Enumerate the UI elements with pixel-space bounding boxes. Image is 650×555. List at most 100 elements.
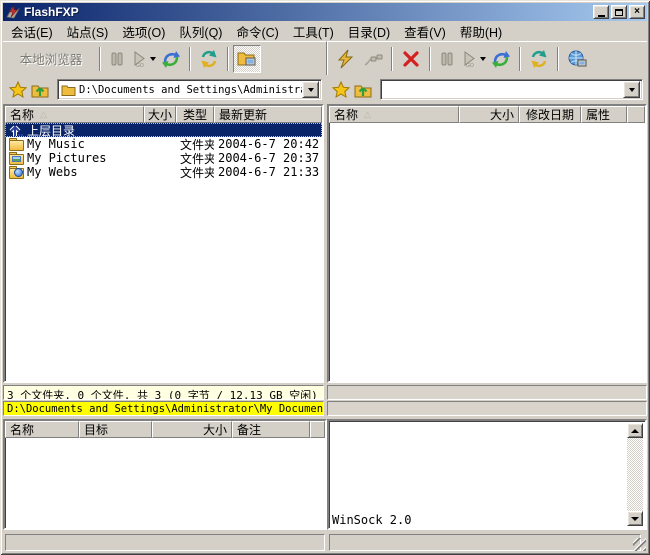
sort-asc-icon: △ bbox=[364, 109, 371, 120]
file-type: 文件夹 bbox=[176, 151, 214, 165]
folder-pictures-icon bbox=[9, 152, 24, 164]
column-header-size[interactable]: 大小 bbox=[459, 106, 519, 123]
file-name: My Pictures bbox=[27, 151, 106, 165]
parent-folder-button[interactable] bbox=[29, 79, 51, 101]
file-type bbox=[176, 123, 214, 137]
minimize-button[interactable] bbox=[593, 5, 609, 19]
disconnect-button[interactable] bbox=[359, 45, 387, 73]
menu-item-directory[interactable]: 目录(D) bbox=[341, 20, 397, 43]
menu-item-queue[interactable]: 队列(Q) bbox=[172, 20, 229, 43]
local-browser-icon bbox=[237, 49, 257, 69]
local-path-dropdown-button[interactable] bbox=[302, 81, 319, 98]
queue-list: 名称 目标 大小 备注 bbox=[3, 419, 327, 530]
local-path-combobox[interactable]: D:\Documents and Settings\Administrat bbox=[57, 79, 322, 100]
toolbar-separator bbox=[99, 47, 101, 71]
favorites-button[interactable] bbox=[330, 79, 352, 101]
file-modified: 2004-6-7 20:42 bbox=[214, 137, 322, 151]
pause-button[interactable] bbox=[105, 45, 129, 73]
menu-item-view[interactable]: 查看(V) bbox=[397, 20, 453, 43]
folder-up-icon bbox=[31, 81, 49, 99]
folder-up-icon bbox=[354, 81, 372, 99]
close-button[interactable]: × bbox=[629, 5, 645, 19]
go-dropdown-icon[interactable] bbox=[480, 57, 486, 64]
toolbar-separator bbox=[557, 47, 559, 71]
scroll-down-button[interactable] bbox=[627, 511, 643, 526]
triangle-down-icon bbox=[631, 517, 639, 525]
transfer-button[interactable] bbox=[157, 45, 185, 73]
file-type: 文件夹 bbox=[176, 165, 214, 179]
transfer-icon bbox=[161, 49, 181, 69]
title-bar[interactable]: FlashFXP × bbox=[3, 3, 647, 21]
refresh-icon bbox=[529, 49, 549, 69]
file-name: My Webs bbox=[27, 165, 78, 179]
lightning-connect-icon bbox=[335, 49, 355, 69]
local-browser-toggle-button[interactable] bbox=[233, 45, 261, 73]
column-header-attributes[interactable]: 属性 bbox=[581, 106, 627, 123]
column-header-name[interactable]: 名称 △ bbox=[329, 106, 459, 123]
site-browser-button[interactable] bbox=[563, 45, 591, 73]
local-list-body: 上层目录 My Music 文件夹 2004-6-7 20:42 My Pict… bbox=[5, 123, 322, 179]
file-size bbox=[144, 137, 176, 151]
refresh-icon bbox=[199, 49, 219, 69]
file-row[interactable]: My Webs 文件夹 2004-6-7 21:33 bbox=[5, 165, 322, 179]
statusbar-right-panel bbox=[329, 534, 641, 551]
close-icon: × bbox=[634, 7, 640, 17]
menu-item-options[interactable]: 选项(O) bbox=[115, 20, 172, 43]
pause-icon bbox=[438, 50, 456, 68]
file-row[interactable]: My Pictures 文件夹 2004-6-7 20:37 bbox=[5, 151, 322, 165]
go-button[interactable]: GO bbox=[129, 45, 157, 73]
column-header-size[interactable]: 大小 bbox=[152, 421, 232, 438]
favorites-star-icon bbox=[332, 81, 350, 99]
minimize-icon bbox=[598, 15, 605, 17]
log-scrollbar[interactable] bbox=[627, 423, 643, 526]
column-header-name[interactable]: 名称 △ bbox=[5, 106, 144, 123]
file-row[interactable]: My Music 文件夹 2004-6-7 20:42 bbox=[5, 137, 322, 151]
column-header-modified[interactable]: 最新更新 bbox=[214, 106, 322, 123]
connect-button[interactable] bbox=[331, 45, 359, 73]
pause-button[interactable] bbox=[435, 45, 459, 73]
column-header-type[interactable]: 类型 bbox=[176, 106, 214, 123]
refresh-button[interactable] bbox=[195, 45, 223, 73]
go-dropdown-icon[interactable] bbox=[150, 57, 156, 64]
folder-webs-icon bbox=[9, 166, 24, 178]
menu-item-session[interactable]: 会话(E) bbox=[4, 20, 60, 43]
column-header-target[interactable]: 目标 bbox=[79, 421, 152, 438]
scroll-up-button[interactable] bbox=[627, 423, 643, 438]
file-size bbox=[144, 123, 176, 137]
log-pane: WinSock 2.0 bbox=[327, 419, 647, 530]
parent-folder-button[interactable] bbox=[352, 79, 374, 101]
triangle-up-icon bbox=[631, 425, 639, 433]
menu-item-tools[interactable]: 工具(T) bbox=[286, 20, 341, 43]
abort-button[interactable] bbox=[397, 45, 425, 73]
column-header-remark[interactable]: 备注 bbox=[232, 421, 310, 438]
browser-mode-button[interactable]: 本地浏览器 bbox=[7, 49, 95, 68]
column-header-name[interactable]: 名称 bbox=[5, 421, 79, 438]
refresh-button[interactable] bbox=[525, 45, 553, 73]
column-header-size[interactable]: 大小 bbox=[144, 106, 176, 123]
resize-grip[interactable] bbox=[633, 538, 646, 551]
go-button[interactable]: GO bbox=[459, 45, 487, 73]
favorites-star-icon bbox=[9, 81, 27, 99]
remote-path-combobox[interactable] bbox=[380, 79, 643, 100]
parent-dir-icon bbox=[9, 124, 24, 136]
column-header-filler bbox=[310, 421, 325, 438]
toolbar-separator bbox=[429, 47, 431, 71]
maximize-button[interactable] bbox=[611, 5, 627, 19]
favorites-button[interactable] bbox=[7, 79, 29, 101]
menu-item-help[interactable]: 帮助(H) bbox=[453, 20, 509, 43]
file-row-parent-dir[interactable]: 上层目录 bbox=[5, 123, 322, 137]
site-globe-icon bbox=[567, 49, 587, 69]
svg-text:GO: GO bbox=[136, 63, 144, 68]
column-header-modified[interactable]: 修改日期 bbox=[519, 106, 581, 123]
transfer-button[interactable] bbox=[487, 45, 515, 73]
go-icon: GO bbox=[130, 50, 148, 68]
remote-toolbar: GO bbox=[326, 41, 647, 75]
menu-item-commands[interactable]: 命令(C) bbox=[229, 20, 285, 43]
file-name: 上层目录 bbox=[27, 123, 75, 137]
menu-item-sites[interactable]: 站点(S) bbox=[60, 20, 116, 43]
chevron-down-icon bbox=[308, 88, 314, 95]
local-list-header: 名称 △ 大小 类型 最新更新 bbox=[5, 106, 322, 123]
local-file-list: 名称 △ 大小 类型 最新更新 上层目录 bbox=[3, 104, 324, 383]
file-size bbox=[144, 165, 176, 179]
remote-path-dropdown-button[interactable] bbox=[623, 81, 640, 98]
